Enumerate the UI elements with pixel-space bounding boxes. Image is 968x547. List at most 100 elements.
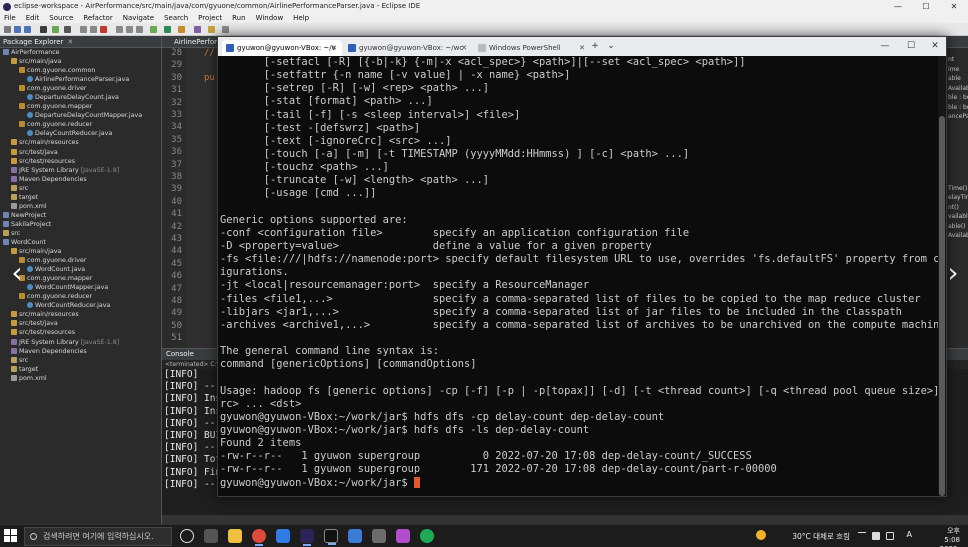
terminal-icon[interactable] xyxy=(40,26,47,33)
suspend-icon[interactable] xyxy=(90,26,97,33)
menu-source[interactable]: Source xyxy=(49,13,73,23)
tree-item[interactable]: pom.xml xyxy=(0,202,161,211)
skip-breakpoints-icon[interactable] xyxy=(64,26,71,33)
outline-item[interactable]: ble : bo xyxy=(948,94,968,101)
tree-item[interactable]: src xyxy=(0,184,161,193)
tree-item[interactable]: src/test/resources xyxy=(0,328,161,337)
terminal-minimize-button[interactable]: — xyxy=(874,37,896,56)
windows-start-icon[interactable] xyxy=(4,529,18,543)
app-icon[interactable] xyxy=(396,529,410,543)
tree-item[interactable]: Maven Dependencies xyxy=(0,347,161,356)
app-icon[interactable] xyxy=(420,529,434,543)
tree-item[interactable]: AirPerformance xyxy=(0,48,161,57)
tree-item[interactable]: WordCountReducer.java xyxy=(0,301,161,310)
tree-item[interactable]: com.gyuone.mapper xyxy=(0,102,161,111)
save-all-icon[interactable] xyxy=(24,26,31,33)
eclipse-icon[interactable] xyxy=(300,529,314,546)
outline-item[interactable]: ime xyxy=(948,66,959,73)
tree-item[interactable]: JRE System Library [JavaSE-1.8] xyxy=(0,166,161,175)
notes-icon[interactable] xyxy=(372,529,386,543)
tree-item[interactable]: src xyxy=(0,229,161,238)
console-tab[interactable]: Console xyxy=(166,350,194,358)
tree-item[interactable]: DepartureDelayCountMapper.java xyxy=(0,111,161,120)
outline-item[interactable]: Availab xyxy=(948,85,968,92)
tree-item[interactable]: src/main/java xyxy=(0,57,161,66)
tree-item[interactable]: pom.xml xyxy=(0,374,161,383)
chevron-up-icon[interactable] xyxy=(858,532,866,540)
tree-item[interactable]: com.gyuone.driver xyxy=(0,84,161,93)
network-icon[interactable] xyxy=(872,532,880,540)
tree-item[interactable]: com.gyuone.reducer xyxy=(0,292,161,301)
taskbar-search-box[interactable]: 검색하려면 여기에 입력하십시오. xyxy=(24,527,172,546)
chrome-icon[interactable] xyxy=(252,529,266,546)
terminal-tab-powershell[interactable]: Windows PowerShell ✕ xyxy=(474,40,590,56)
minimize-button[interactable]: — xyxy=(884,0,912,13)
tree-item[interactable]: src/main/resources xyxy=(0,310,161,319)
debug-icon[interactable] xyxy=(52,26,59,33)
tree-item[interactable]: JRE System Library [JavaSE-1.8] xyxy=(0,338,161,347)
terminal-tab-wsl-wc[interactable]: gyuwon@gyuwon-VBox: ~/wc ✕ xyxy=(344,40,472,56)
tree-item[interactable]: DepartureDelayCount.java xyxy=(0,93,161,102)
volume-icon[interactable] xyxy=(886,532,894,540)
weather-icon[interactable] xyxy=(756,530,766,540)
weather-text[interactable]: 30°C 대체로 흐림 xyxy=(792,531,850,542)
terminal-scroll-thumb[interactable] xyxy=(939,116,945,496)
open-type-icon[interactable] xyxy=(208,26,215,33)
terminal-maximize-button[interactable]: ☐ xyxy=(900,37,922,56)
menu-edit[interactable]: Edit xyxy=(26,13,40,23)
taskbar-clock[interactable]: 오후 5:08 2022-07-20 xyxy=(940,527,960,547)
tree-item[interactable]: SakilaProject xyxy=(0,220,161,229)
tree-item[interactable]: src/main/resources xyxy=(0,138,161,147)
tree-item[interactable]: Maven Dependencies xyxy=(0,175,161,184)
new-icon[interactable] xyxy=(4,26,11,33)
close-icon[interactable]: ✕ xyxy=(67,38,73,46)
outline-item[interactable]: Availab xyxy=(948,232,968,239)
tree-item[interactable]: src xyxy=(0,356,161,365)
outline-item[interactable]: nt xyxy=(948,56,954,63)
terminal-close-button[interactable]: ✕ xyxy=(924,37,946,56)
menu-search[interactable]: Search xyxy=(164,13,188,23)
package-explorer-tab[interactable]: Package Explorer ✕ xyxy=(0,36,161,48)
terminal-output[interactable]: [-setfacl [-R] [{-b|-k} {-m|-x <acl_spec… xyxy=(218,56,946,496)
tree-item[interactable]: com.gyuone.reducer xyxy=(0,120,161,129)
tree-item[interactable]: src/main/java xyxy=(0,247,161,256)
tree-item[interactable]: target xyxy=(0,365,161,374)
close-icon[interactable]: ✕ xyxy=(461,40,467,56)
step-over-icon[interactable] xyxy=(126,26,133,33)
tree-item[interactable]: com.gyuone.common xyxy=(0,66,161,75)
terminate-icon[interactable] xyxy=(100,26,107,33)
tree-item[interactable]: src/test/resources xyxy=(0,157,161,166)
tree-item[interactable]: AirlinePerformanceParser.java xyxy=(0,75,161,84)
outline-item[interactable]: nt() xyxy=(948,204,959,211)
terminal-prompt-line[interactable]: gyuwon@gyuwon-VBox:~/work/jar$ xyxy=(220,476,946,490)
save-icon[interactable] xyxy=(14,26,21,33)
close-button[interactable]: ✕ xyxy=(940,0,968,13)
tree-item[interactable]: WordCount xyxy=(0,238,161,247)
tree-item[interactable]: target xyxy=(0,193,161,202)
tree-item[interactable]: NewProject xyxy=(0,211,161,220)
outline-item[interactable]: ble : bo xyxy=(948,104,968,111)
close-icon[interactable]: ✕ xyxy=(331,40,337,56)
console-horizontal-scrollbar[interactable] xyxy=(162,515,968,524)
menu-navigate[interactable]: Navigate xyxy=(123,13,154,23)
tree-item[interactable]: src/test/java xyxy=(0,319,161,328)
chevron-left-icon[interactable]: ‹ xyxy=(2,258,32,288)
menu-refactor[interactable]: Refactor xyxy=(83,13,112,23)
menu-file[interactable]: File xyxy=(4,13,16,23)
menu-window[interactable]: Window xyxy=(256,13,284,23)
step-into-icon[interactable] xyxy=(116,26,123,33)
terminal-tab-wsl-v[interactable]: gyuwon@gyuwon-VBox: ~/v ✕ xyxy=(222,40,342,56)
terminal-scrollbar[interactable] xyxy=(938,56,946,496)
edge-icon[interactable] xyxy=(276,529,290,543)
outline-item[interactable]: Time() xyxy=(948,185,967,192)
outline-item[interactable]: vailable() xyxy=(948,213,968,220)
file-explorer-icon[interactable] xyxy=(228,529,242,543)
resume-icon[interactable] xyxy=(80,26,87,33)
tab-dropdown-button[interactable]: ⌄ xyxy=(600,37,622,56)
menu-run[interactable]: Run xyxy=(232,13,245,23)
search-icon[interactable] xyxy=(222,26,229,33)
new-java-class-icon[interactable] xyxy=(194,26,201,33)
outline-item[interactable]: able xyxy=(948,75,961,82)
tree-item[interactable]: src/test/java xyxy=(0,148,161,157)
outline-item[interactable]: elayTime xyxy=(948,194,968,201)
